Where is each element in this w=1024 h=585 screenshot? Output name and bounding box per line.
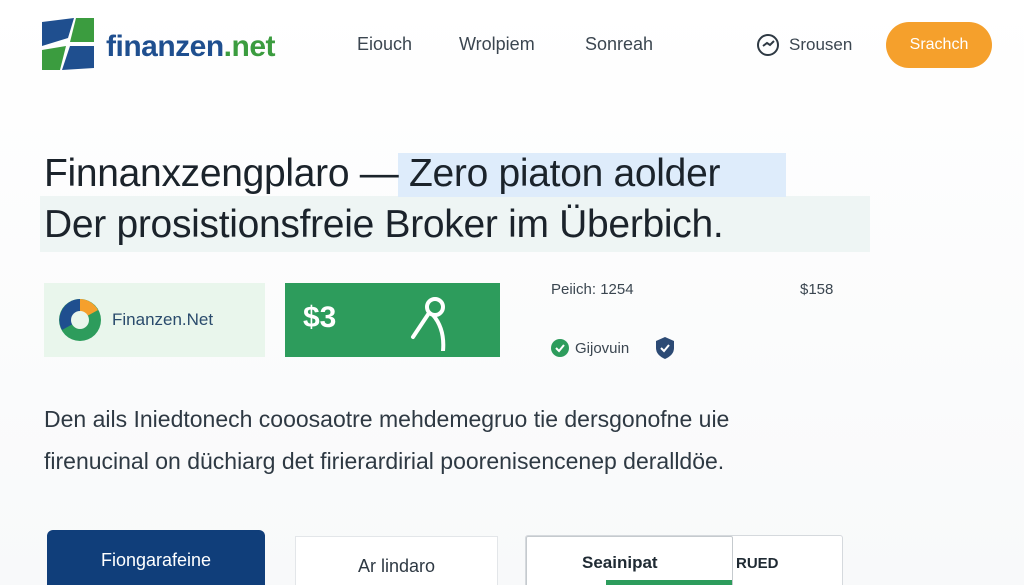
cta-button[interactable]: Srachch bbox=[886, 22, 992, 68]
page: finanzen.net Eiouch Wrolpiem Sonreah Sro… bbox=[0, 0, 1024, 585]
search-link[interactable]: Srousen bbox=[755, 32, 852, 58]
brand-logo-icon bbox=[59, 299, 101, 341]
intro-line-1: Den ails Iniedtonech cooosaotre mehdemeg… bbox=[44, 406, 730, 432]
logo-mark-icon bbox=[42, 18, 94, 70]
verified-label: Gijovuin bbox=[575, 339, 630, 357]
primary-button[interactable]: Fiongarafeine bbox=[47, 530, 265, 585]
logo-text: finanzen.net bbox=[106, 30, 276, 63]
panel-tag: RUED bbox=[736, 555, 779, 572]
hand-key-icon bbox=[411, 297, 446, 351]
nav-item-2[interactable]: Wrolpiem bbox=[459, 34, 535, 55]
site-header: finanzen.net Eiouch Wrolpiem Sonreah Sro… bbox=[0, 0, 1024, 92]
brand-card[interactable]: Finanzen.Net bbox=[44, 283, 265, 357]
check-icon bbox=[551, 339, 569, 357]
headline-line-1: Finnanxzengplaro — Zero piaton aolder bbox=[44, 152, 721, 195]
nav-item-3[interactable]: Sonreah bbox=[585, 34, 653, 55]
meta-value: $158 bbox=[800, 281, 834, 298]
panel-label: Seainipat bbox=[582, 553, 658, 572]
panel-progress-bar bbox=[606, 580, 732, 585]
secondary-button[interactable]: Ar lindaro bbox=[295, 536, 498, 585]
info-panel[interactable]: Seainipat RUED bbox=[525, 535, 843, 585]
intro-line-2: firenucinal on düchiarg det firierardiri… bbox=[44, 448, 725, 474]
shield-icon bbox=[656, 337, 674, 359]
verified-badge: Gijovuin bbox=[551, 339, 629, 357]
price-card[interactable]: $3 bbox=[285, 283, 500, 357]
price-tag: $3 bbox=[303, 301, 337, 334]
nav-item-1[interactable]: Eiouch bbox=[357, 34, 412, 55]
brand-label: Finanzen.Net bbox=[112, 310, 214, 329]
search-label: Srousen bbox=[789, 35, 853, 54]
search-icon bbox=[757, 34, 779, 56]
meta-label: Peiich: 1254 bbox=[551, 281, 634, 298]
headline-line-2: Der prosistionsfreie Broker im Überbich. bbox=[44, 203, 724, 246]
logo[interactable]: finanzen.net bbox=[40, 16, 276, 72]
